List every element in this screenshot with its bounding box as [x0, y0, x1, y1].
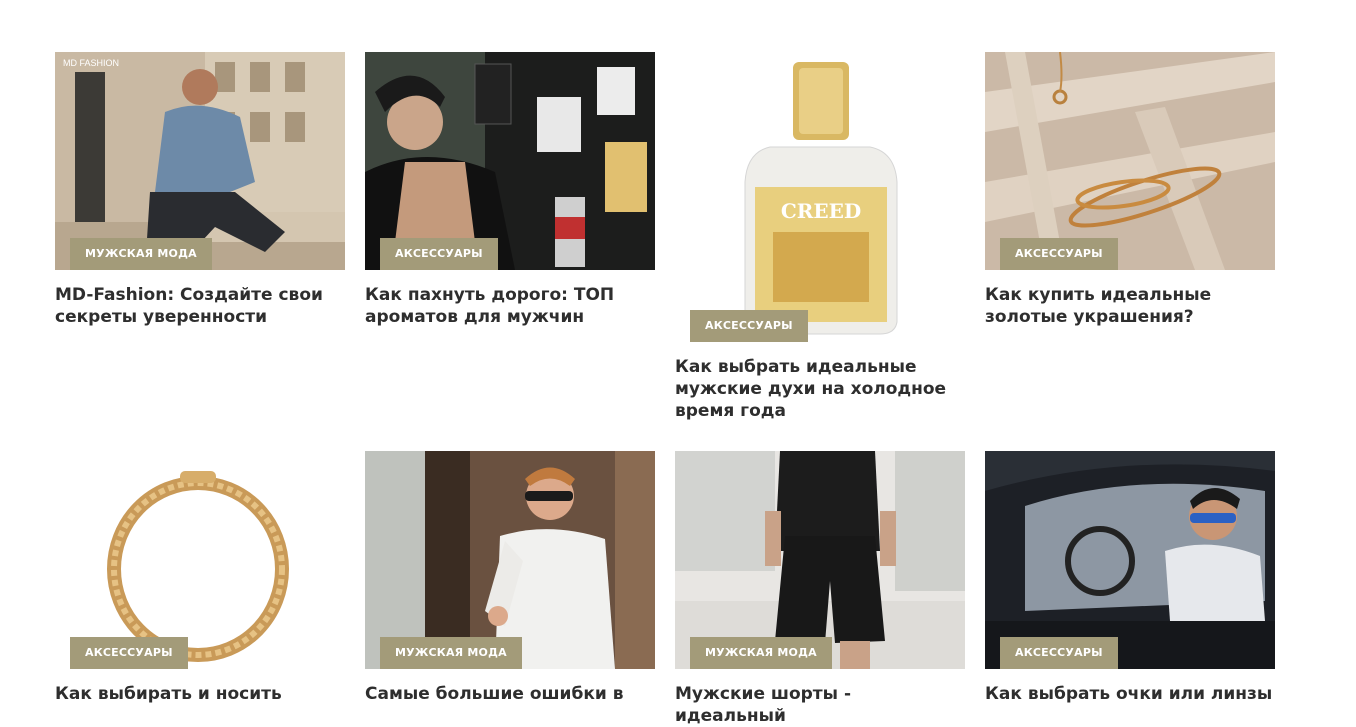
article-title[interactable]: Как выбирать и носить [55, 683, 345, 705]
article-image[interactable]: АКСЕССУАРЫ [985, 52, 1275, 270]
article-card[interactable]: МУЖСКАЯ МОДА Мужские шорты - идеальный [675, 451, 965, 727]
article-card[interactable]: MD FASHION МУЖСКАЯ МОДА MD-Fashion: Созд… [55, 52, 345, 328]
category-badge[interactable]: МУЖСКАЯ МОДА [690, 637, 832, 669]
article-image[interactable]: CREED АКСЕССУАРЫ [675, 52, 965, 342]
article-image[interactable]: MD FASHION МУЖСКАЯ МОДА [55, 52, 345, 270]
article-card[interactable]: АКСЕССУАРЫ Как выбрать очки или линзы [985, 451, 1275, 705]
article-title[interactable]: Как купить идеальные золотые украшения? [985, 284, 1275, 328]
article-image[interactable]: АКСЕССУАРЫ [365, 52, 655, 270]
article-image[interactable]: МУЖСКАЯ МОДА [675, 451, 965, 669]
article-card[interactable]: АКСЕССУАРЫ Как пахнуть дорого: ТОП арома… [365, 52, 655, 328]
article-image[interactable]: АКСЕССУАРЫ [55, 451, 345, 669]
article-image[interactable]: АКСЕССУАРЫ [985, 451, 1275, 669]
article-image[interactable]: МУЖСКАЯ МОДА [365, 451, 655, 669]
article-card[interactable]: CREED АКСЕССУАРЫ Как выбрать идеальные м… [675, 52, 965, 422]
category-badge[interactable]: АКСЕССУАРЫ [1000, 238, 1118, 270]
article-title[interactable]: Мужские шорты - идеальный [675, 683, 965, 727]
article-title[interactable]: Как выбрать идеальные мужские духи на хо… [675, 356, 965, 422]
category-badge[interactable]: АКСЕССУАРЫ [1000, 637, 1118, 669]
category-badge[interactable]: МУЖСКАЯ МОДА [70, 238, 212, 270]
watermark-logo: MD FASHION [63, 58, 119, 68]
article-title[interactable]: Самые большие ошибки в [365, 683, 655, 705]
category-badge[interactable]: АКСЕССУАРЫ [380, 238, 498, 270]
bottle-label: CREED [781, 199, 861, 223]
article-card[interactable]: АКСЕССУАРЫ Как выбирать и носить [55, 451, 345, 705]
category-badge[interactable]: АКСЕССУАРЫ [70, 637, 188, 669]
creed-perfume-photo: CREED [675, 52, 965, 342]
category-badge[interactable]: МУЖСКАЯ МОДА [380, 637, 522, 669]
category-badge[interactable]: АКСЕССУАРЫ [690, 310, 808, 342]
article-title[interactable]: Как выбрать очки или линзы [985, 683, 1275, 705]
article-card[interactable]: АКСЕССУАРЫ Как купить идеальные золотые … [985, 52, 1275, 328]
article-card[interactable]: МУЖСКАЯ МОДА Самые большие ошибки в [365, 451, 655, 705]
article-title[interactable]: Как пахнуть дорого: ТОП ароматов для муж… [365, 284, 655, 328]
article-title[interactable]: MD-Fashion: Создайте свои секреты уверен… [55, 284, 345, 328]
